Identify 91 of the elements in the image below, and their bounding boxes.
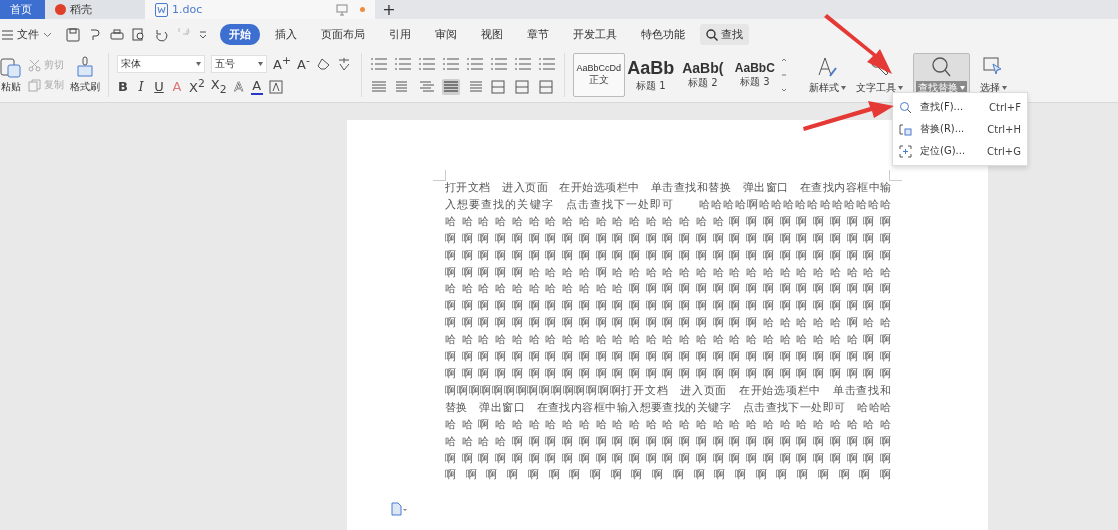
style-preset[interactable]: AaBb 标题 1 — [624, 53, 677, 97]
align-right-icon[interactable] — [417, 78, 436, 95]
font-format-button[interactable]: X$_{2}$ — [210, 77, 227, 96]
document-text-line: 啊啊啊啊啊哈哈哈哈啊哈哈哈哈哈哈哈哈哈哈哈哈哈哈哈哈哈 — [445, 264, 891, 281]
document-icon — [155, 2, 168, 17]
customize-icon[interactable] — [198, 29, 208, 40]
menu-item[interactable]: 定位(G)... Ctrl+G — [893, 140, 1027, 162]
menu-item[interactable]: 替换(R)... Ctrl+H — [893, 118, 1027, 140]
search-button[interactable]: 查找 — [700, 24, 749, 45]
ribbon-tab[interactable]: 视图 — [472, 24, 512, 45]
caret-icon — [196, 61, 201, 66]
ribbon-tab[interactable]: 插入 — [266, 24, 306, 45]
document-text-line: 哈哈哈哈哈哈哈哈哈哈哈哈哈哈哈哈哈哈哈哈哈哈哈哈哈啊啊 — [445, 332, 891, 349]
document-text-line: 哈哈啊哈哈哈哈哈哈哈哈哈哈哈哈哈哈哈哈哈哈哈哈哈哈哈哈 — [445, 416, 891, 433]
bullet-list-icon[interactable] — [369, 56, 388, 71]
caret-icon — [258, 61, 263, 66]
unsaved-dot-icon — [360, 7, 365, 12]
new-style-button[interactable]: 新样式 — [808, 55, 846, 95]
document-text-line: 哈哈哈哈哈哈哈哈哈哈哈啊啊啊啊啊啊啊啊啊啊啊啊啊啊啊啊 — [445, 281, 891, 298]
search-icon — [899, 100, 912, 114]
ribbon-tab[interactable]: 开始 — [220, 24, 260, 45]
paste-button[interactable]: 粘贴 — [0, 56, 22, 94]
document-text-line: 哈哈哈哈哈哈哈哈哈哈哈哈哈哈哈哈哈啊啊啊啊啊啊啊啊啊啊 — [445, 213, 891, 230]
clipboard-icon — [0, 56, 22, 78]
file-menu-button[interactable]: 文件 — [2, 27, 52, 42]
annotation-arrow — [824, 14, 892, 74]
copy-icon — [28, 78, 41, 92]
document-text-line: 替换 弹出窗口 在查找内容框中输入想要查找的关键字 点击查找下一处即可 哈哈哈 — [445, 399, 891, 416]
ribbon-tab[interactable]: 页面布局 — [312, 24, 374, 45]
eraser-icon[interactable] — [315, 56, 331, 71]
numbered-list-icon[interactable] — [393, 56, 412, 71]
document-text-line: 啊啊啊啊啊啊啊啊啊啊啊啊啊啊啊啊啊啊啊啊啊啊啊啊啊啊啊 — [445, 230, 891, 247]
replace-icon — [899, 122, 912, 136]
justify-icon[interactable] — [441, 78, 460, 95]
style-preset[interactable]: AaBbCcDd 正文 — [572, 53, 625, 97]
font-size-dropdown[interactable]: 五号 — [211, 54, 267, 73]
document-text-line: 啊啊啊啊啊啊啊啊啊啊啊啊啊啊啊啊啊啊啊啊啊啊啊啊啊啊啊 — [445, 450, 891, 467]
document-text-line: 啊啊啊啊啊啊啊啊啊啊啊啊啊啊啊啊啊啊啊啊啊啊啊啊啊啊啊 — [445, 349, 891, 366]
document-text-line: 哈哈哈哈啊啊啊啊啊啊啊啊啊啊啊啊啊啊啊啊啊啊啊啊啊啊啊 — [445, 433, 891, 450]
chevron-down-icon — [43, 31, 52, 38]
document-text-line: 入想要查找的关键字 点击查找下一处即可 哈哈哈哈啊哈哈哈哈哈哈哈哈哈哈哈 — [445, 196, 891, 213]
document-tab[interactable]: 1.doc — [145, 0, 375, 19]
caret-icon — [959, 86, 965, 90]
style-preset[interactable]: AaBb( 标题 2 — [676, 53, 729, 97]
print-preview-icon[interactable] — [132, 27, 146, 42]
character-border-icon[interactable] — [268, 79, 283, 94]
document-text-line: 啊啊啊啊啊啊啊啊啊啊啊啊啊啊啊打开文档 进入页面 在开始选项栏中 单击查找和 — [445, 382, 891, 399]
print-icon[interactable] — [110, 27, 124, 42]
document-text-line: 啊啊啊啊啊啊啊啊啊啊啊啊啊啊啊啊啊啊啊啊啊啊啊啊啊啊啊 — [445, 247, 891, 264]
page-options-icon[interactable] — [391, 502, 407, 516]
paintbrush-icon — [76, 56, 94, 78]
ribbon-tab[interactable]: 引用 — [380, 24, 420, 45]
align-left-icon[interactable] — [369, 78, 388, 95]
font-format-button[interactable]: B — [117, 79, 129, 94]
document-tab[interactable]: 稻壳 — [45, 0, 145, 19]
font-format-button[interactable]: I — [135, 79, 147, 94]
menu-item[interactable]: 查找(F)... Ctrl+F — [893, 96, 1027, 118]
target-icon — [899, 144, 912, 158]
flame-logo-icon — [55, 4, 66, 15]
document-tab[interactable]: 首页 — [0, 0, 45, 19]
save-icon[interactable] — [66, 27, 80, 42]
ribbon-tab[interactable]: 开发工具 — [564, 24, 626, 45]
caret-icon — [1001, 86, 1007, 90]
document-text-line: 啊啊啊啊啊啊啊啊啊啊啊啊啊啊啊啊啊啊啊哈哈哈哈哈啊哈哈 — [445, 315, 891, 332]
document-text-line: 啊啊啊啊啊啊啊啊啊啊啊啊啊啊啊啊啊啊啊啊啊啊啊啊啊啊啊 — [445, 365, 891, 382]
style-preset[interactable]: AaBbC 标题 3 — [728, 53, 781, 97]
font-format-button[interactable]: A — [250, 78, 263, 95]
pen-letter-icon — [816, 55, 839, 79]
ribbon-tab[interactable]: 章节 — [518, 24, 558, 45]
format-painter-button[interactable]: 格式刷 — [70, 56, 100, 94]
export-icon[interactable] — [88, 27, 102, 42]
menu-icon — [2, 29, 13, 40]
caret-icon — [840, 86, 846, 90]
font-size-button[interactable]: A$^{+}$ — [273, 54, 291, 73]
ribbon-tab[interactable]: 特色功能 — [632, 24, 694, 45]
document-text-line: 啊啊啊啊啊啊啊啊啊啊啊啊啊啊啊啊啊啊啊啊啊啊啊啊啊啊啊 — [445, 298, 891, 315]
font-format-button[interactable]: X$^{2}$ — [189, 77, 205, 96]
font-size-button[interactable]: A$^{-}$ — [297, 54, 310, 73]
monitor-icon[interactable] — [336, 3, 348, 16]
new-tab-button[interactable]: + — [375, 0, 403, 19]
font-format-button[interactable]: U — [153, 79, 165, 94]
font-name-dropdown[interactable]: 宋体 — [117, 54, 205, 73]
document-text-line: 打开文档 进入页面 在开始选项栏中 单击查找和替换 弹出窗口 在查找内容框中输 — [445, 180, 891, 196]
undo-icon[interactable] — [154, 27, 168, 42]
scissors-icon — [28, 58, 41, 72]
document-text-line: 啊啊啊啊啊啊啊啊啊啊啊啊啊啊啊啊啊啊啊啊啊啊 — [445, 467, 891, 484]
caret-icon — [897, 86, 903, 90]
search-icon — [930, 55, 953, 79]
select-button[interactable]: 选择 — [979, 55, 1007, 95]
ribbon-tab[interactable]: 审阅 — [426, 24, 466, 45]
search-icon — [706, 28, 718, 41]
